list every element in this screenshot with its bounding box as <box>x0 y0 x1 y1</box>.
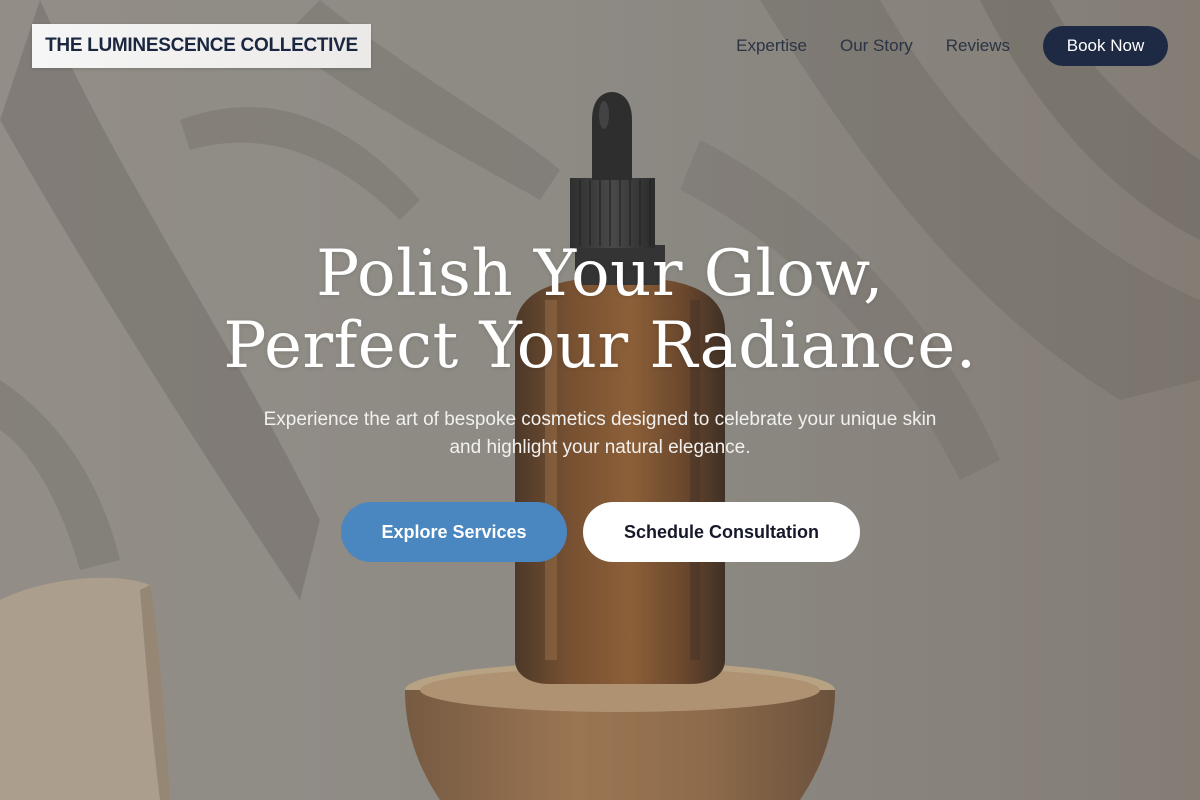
brand-logo[interactable]: THE LUMINESCENCE COLLECTIVE <box>32 24 371 68</box>
hero-subheadline: Experience the art of bespoke cosmetics … <box>263 409 937 458</box>
hero-headline-line-1: Polish Your Glow, <box>316 237 884 311</box>
hero-cta-group: Explore Services Schedule Consultation <box>341 502 860 562</box>
hero-section <box>0 0 1200 800</box>
explore-services-button[interactable]: Explore Services <box>341 502 567 562</box>
nav-link-our-story[interactable]: Our Story <box>840 36 913 56</box>
hero-headline: Polish Your Glow, Perfect Your Radiance. <box>100 238 1100 382</box>
main-nav: Expertise Our Story Reviews Book Now <box>736 26 1168 66</box>
brand-name: THE LUMINESCENCE COLLECTIVE <box>45 35 358 56</box>
hero-headline-line-2: Perfect Your Radiance. <box>223 309 977 383</box>
nav-link-expertise[interactable]: Expertise <box>736 36 807 56</box>
schedule-consultation-button[interactable]: Schedule Consultation <box>583 502 860 562</box>
book-now-button[interactable]: Book Now <box>1043 26 1168 66</box>
hero-overlay <box>0 0 1200 800</box>
nav-link-reviews[interactable]: Reviews <box>946 36 1010 56</box>
